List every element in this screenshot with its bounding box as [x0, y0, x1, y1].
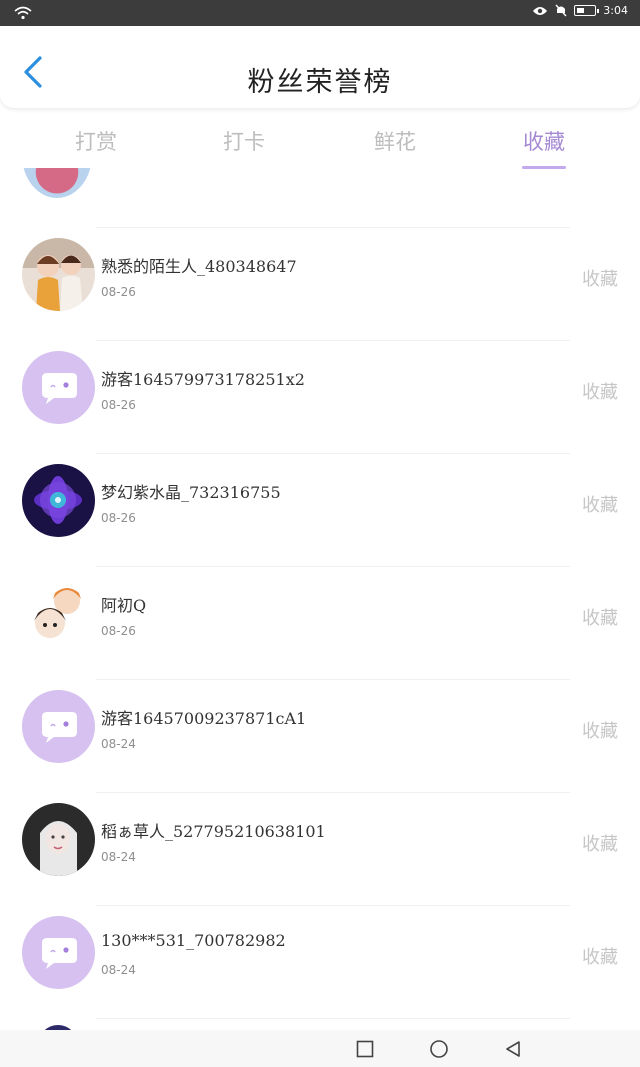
divider — [96, 1018, 570, 1019]
wifi-icon — [14, 6, 32, 20]
system-nav-bar — [0, 1030, 640, 1067]
purple-flower-icon — [22, 464, 95, 537]
favorite-action[interactable]: 收藏 — [582, 265, 618, 291]
bell-off-icon — [555, 4, 567, 17]
avatar[interactable] — [22, 351, 95, 424]
chat-bubble-icon — [22, 690, 95, 763]
tab-favorites[interactable]: 收藏 — [499, 126, 589, 169]
list-item — [0, 1018, 640, 1030]
list-item[interactable]: 游客1645799731782​51x2 08-26 收藏 — [0, 340, 640, 453]
home-icon[interactable] — [429, 1039, 449, 1059]
item-date: 08-26 — [101, 398, 136, 412]
user-name: 130***531_700782982 — [101, 931, 286, 950]
favorite-action[interactable]: 收藏 — [582, 491, 618, 517]
divider — [96, 227, 570, 228]
list-item[interactable]: 阿初Q 08-26 收藏 — [0, 566, 640, 679]
user-name: 游客1645799731782​51x2 — [101, 370, 305, 389]
list-item[interactable]: 130***531_700782982 08-24 收藏 — [0, 905, 640, 1018]
favorite-action[interactable]: 收藏 — [582, 943, 618, 969]
eye-icon — [533, 6, 548, 15]
list-item[interactable]: 熟悉的陌生人_480348647 08-26 收藏 — [0, 227, 640, 340]
anime-avatar-icon — [22, 577, 95, 650]
page-title: 粉丝荣誉榜 — [247, 67, 393, 98]
favorite-action[interactable]: 收藏 — [582, 378, 618, 404]
item-date: 08-26 — [101, 511, 136, 525]
avatar[interactable] — [22, 690, 95, 763]
page-header: 粉丝荣誉榜 — [0, 26, 640, 108]
user-name: 梦幻紫水晶_732316755 — [101, 483, 281, 502]
list-item[interactable]: 梦幻紫水晶_732316755 08-26 收藏 — [0, 453, 640, 566]
fan-list[interactable]: 熟悉的陌生人_480348647 08-26 收藏 游客164579973178… — [0, 168, 640, 1030]
avatar[interactable] — [22, 464, 95, 537]
user-name: 游客16457009237871cA1 — [101, 709, 307, 728]
avatar[interactable] — [22, 577, 95, 650]
item-date: 08-26 — [101, 285, 136, 299]
divider — [96, 453, 570, 454]
battery-icon — [574, 5, 600, 16]
list-item[interactable]: 稻ぁ草人_527795210638101 08-24 收藏 — [0, 792, 640, 905]
user-name: 熟悉的陌生人_480348647 — [101, 257, 297, 276]
status-time: 3:04 — [603, 4, 628, 17]
favorite-action[interactable]: 收藏 — [582, 604, 618, 630]
avatar[interactable] — [22, 238, 95, 311]
photo-avatar-icon — [22, 238, 95, 311]
favorite-action[interactable]: 收藏 — [582, 717, 618, 743]
divider — [96, 566, 570, 567]
avatar[interactable] — [22, 916, 95, 989]
tab-bar: 打赏 打卡 鲜花 收藏 — [0, 118, 640, 169]
user-name: 阿初Q — [101, 596, 147, 615]
tab-checkin[interactable]: 打卡 — [199, 126, 289, 156]
tab-reward[interactable]: 打赏 — [51, 126, 141, 156]
favorite-action[interactable]: 收藏 — [582, 830, 618, 856]
item-date: 08-24 — [101, 737, 136, 751]
divider — [96, 792, 570, 793]
list-item[interactable]: 游客16457009237871cA1 08-24 收藏 — [0, 679, 640, 792]
avatar — [22, 168, 92, 198]
recent-apps-icon[interactable] — [355, 1039, 375, 1059]
status-bar: 3:04 — [0, 0, 640, 26]
divider — [96, 679, 570, 680]
item-date: 08-26 — [101, 624, 136, 638]
item-date: 08-24 — [101, 850, 136, 864]
user-name: 稻ぁ草人_527795210638101 — [101, 822, 326, 841]
chat-bubble-icon — [22, 351, 95, 424]
item-date: 08-24 — [101, 963, 136, 977]
divider — [96, 905, 570, 906]
avatar[interactable] — [22, 803, 95, 876]
divider — [96, 340, 570, 341]
tab-flowers[interactable]: 鲜花 — [350, 126, 440, 156]
chat-bubble-icon — [22, 916, 95, 989]
photo-portrait-icon — [22, 803, 95, 876]
back-triangle-icon[interactable] — [503, 1039, 523, 1059]
